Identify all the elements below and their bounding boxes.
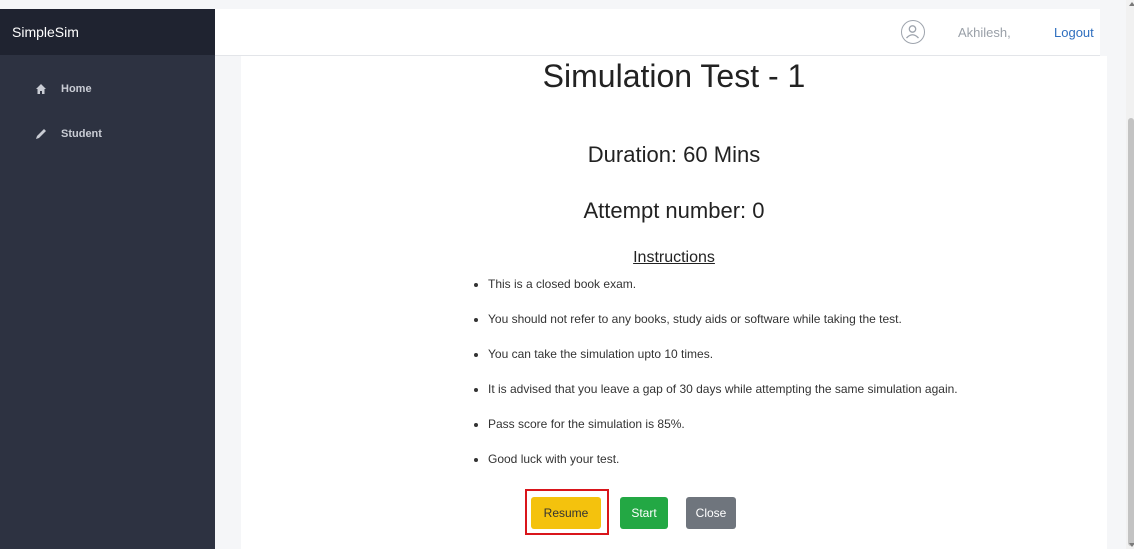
scroll-up-icon[interactable] bbox=[1129, 2, 1134, 6]
app-frame: SimpleSim Home Student Akhilesh, Logout … bbox=[0, 0, 1134, 549]
user-icon bbox=[906, 25, 919, 39]
duration-text: Duration: 60 Mins bbox=[587, 142, 761, 167]
sidebar-item-label: Home bbox=[61, 83, 92, 95]
list-item: Pass score for the simulation is 85%. bbox=[488, 416, 958, 451]
top-header: Akhilesh, Logout bbox=[215, 9, 1100, 56]
pencil-icon bbox=[35, 128, 47, 140]
avatar[interactable] bbox=[901, 20, 925, 44]
list-item: This is a closed book exam. bbox=[488, 276, 958, 311]
simulation-card: Simulation Test - 1 Duration: 60 Mins At… bbox=[241, 56, 1107, 549]
username: Akhilesh, bbox=[958, 25, 1011, 40]
list-item: You can take the simulation upto 10 time… bbox=[488, 346, 958, 381]
home-icon bbox=[35, 83, 47, 95]
instructions-heading: Instructions bbox=[633, 249, 715, 266]
list-item: Good luck with your test. bbox=[488, 451, 958, 486]
close-button[interactable]: Close bbox=[686, 497, 736, 529]
sidebar-item-student[interactable]: Student bbox=[0, 123, 215, 145]
sidebar-item-home[interactable]: Home bbox=[0, 78, 215, 100]
list-item: You should not refer to any books, study… bbox=[488, 311, 958, 346]
scrollbar-thumb[interactable] bbox=[1128, 118, 1134, 546]
sidebar: SimpleSim Home Student bbox=[0, 9, 215, 549]
instructions-list: This is a closed book exam. You should n… bbox=[472, 276, 958, 486]
highlight-box bbox=[525, 489, 609, 535]
logout-link[interactable]: Logout bbox=[1054, 25, 1094, 40]
attempt-number-text: Attempt number: 0 bbox=[583, 198, 765, 223]
scroll-down-icon[interactable] bbox=[1129, 543, 1134, 547]
sidebar-item-label: Student bbox=[61, 128, 102, 140]
page-title: Simulation Test - 1 bbox=[542, 58, 806, 94]
start-button[interactable]: Start bbox=[620, 497, 668, 529]
brand-logo[interactable]: SimpleSim bbox=[0, 9, 215, 55]
list-item: It is advised that you leave a gap of 30… bbox=[488, 381, 958, 416]
